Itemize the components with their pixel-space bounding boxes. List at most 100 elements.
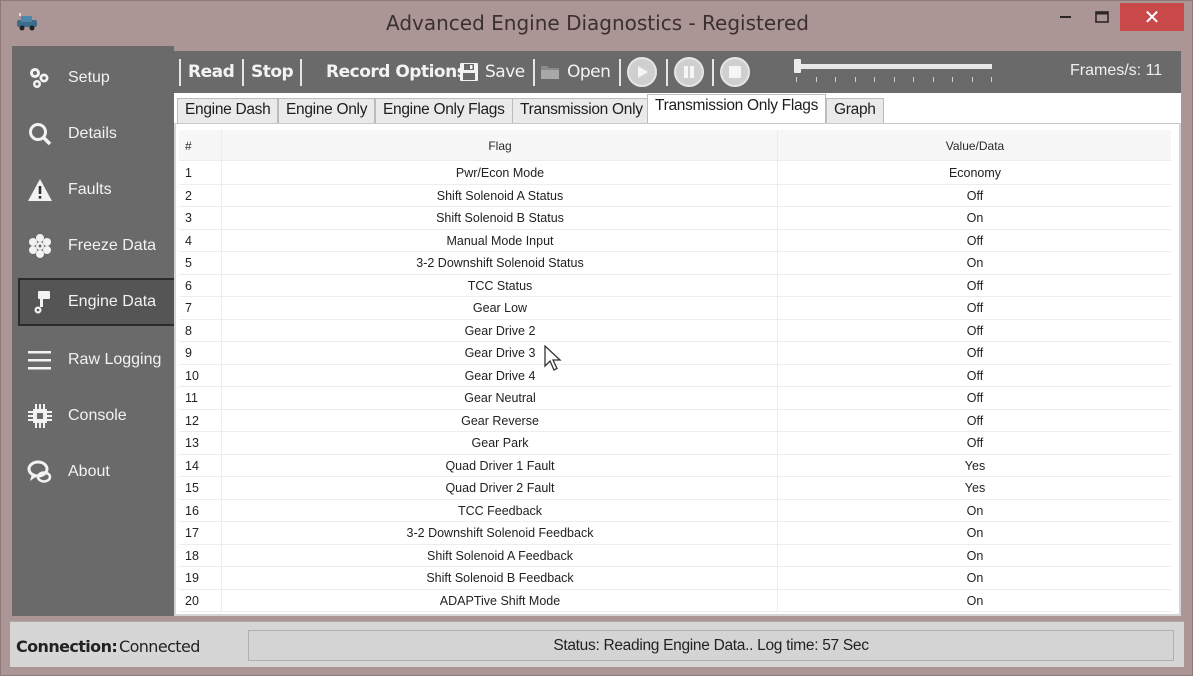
table-row[interactable]: 19 Shift Solenoid B Feedback On: [179, 567, 1171, 590]
save-button[interactable]: Save: [459, 60, 525, 84]
play-button[interactable]: [627, 57, 657, 87]
playback-slider[interactable]: [796, 64, 992, 69]
table-row[interactable]: 4 Manual Mode Input Off: [179, 230, 1171, 252]
flag-value: On: [966, 526, 984, 540]
column-header-flag[interactable]: Flag: [223, 139, 777, 153]
tab-transmission-only-flags[interactable]: Transmission Only Flags: [647, 94, 827, 123]
table-row[interactable]: 11 Gear Neutral Off: [179, 387, 1171, 410]
read-button[interactable]: Read: [188, 62, 235, 82]
table-row[interactable]: 10 Gear Drive 4 Off: [179, 365, 1171, 387]
row-number: 3: [185, 211, 192, 225]
flag-name: TCC Feedback: [457, 503, 543, 518]
table-row[interactable]: 1 Pwr/Econ Mode Economy: [179, 162, 1171, 185]
gears-icon: [26, 64, 54, 92]
tab-transmission-only[interactable]: Transmission Only: [512, 98, 651, 123]
sidebar-item-details[interactable]: Details: [12, 110, 174, 158]
tab-engine-only-flags[interactable]: Engine Only Flags: [375, 98, 513, 123]
chip-icon: [26, 402, 54, 430]
flag-name: Gear Low: [472, 301, 528, 315]
flag-name: 3-2 Downshift Solenoid Feedback: [406, 526, 594, 540]
pause-icon: [684, 66, 694, 78]
sidebar-item-raw-logging[interactable]: Raw Logging: [12, 336, 174, 384]
sidebar-item-console[interactable]: Console: [12, 392, 174, 440]
play-icon: [638, 66, 648, 78]
floppy-disk-icon: [459, 62, 479, 82]
stop-button[interactable]: Stop: [251, 62, 294, 82]
title-bar: Advanced Engine Diagnostics - Registered…: [1, 1, 1193, 45]
table-row[interactable]: 18 Shift Solenoid A Feedback On: [179, 545, 1171, 567]
maximize-button[interactable]: [1084, 3, 1120, 31]
flag-name: Gear Drive 2: [464, 323, 536, 338]
flag-value: Yes: [964, 458, 986, 473]
table-row[interactable]: 17 3-2 Downshift Solenoid Feedback On: [179, 522, 1171, 545]
table-row[interactable]: 16 TCC Feedback On: [179, 500, 1171, 522]
flag-name: ADAPTive Shift Mode: [439, 593, 561, 608]
column-header-value[interactable]: Value/Data: [779, 139, 1171, 153]
row-number: 7: [185, 301, 192, 315]
tab-engine-only[interactable]: Engine Only: [278, 98, 376, 123]
pause-button[interactable]: [674, 57, 704, 87]
table-row[interactable]: 14 Quad Driver 1 Fault Yes: [179, 455, 1171, 477]
flag-value: Off: [966, 391, 984, 405]
close-button[interactable]: ✕: [1120, 3, 1184, 31]
table-row[interactable]: 8 Gear Drive 2 Off: [179, 320, 1171, 342]
table-row[interactable]: 9 Gear Drive 3 Off: [179, 342, 1171, 365]
magnifier-icon: [26, 120, 54, 148]
status-bar: Connection: Connected Status: Reading En…: [10, 621, 1184, 667]
flag-name: Quad Driver 2 Fault: [445, 481, 555, 495]
flag-name: Shift Solenoid A Feedback: [427, 548, 573, 563]
minimize-button[interactable]: [1046, 3, 1086, 31]
table-row[interactable]: 7 Gear Low Off: [179, 297, 1171, 320]
flag-value: Off: [966, 323, 984, 338]
table-row[interactable]: 20 ADAPTive Shift Mode On: [179, 590, 1171, 612]
flag-name: Gear Drive 4: [464, 368, 536, 383]
row-number: 2: [185, 188, 192, 203]
row-number: 9: [185, 346, 192, 360]
column-header-number[interactable]: #: [185, 139, 192, 153]
sidebar-item-faults[interactable]: Faults: [12, 166, 174, 214]
sidebar-item-label: About: [68, 463, 110, 480]
flag-name: Gear Reverse: [461, 413, 539, 428]
table-row[interactable]: 2 Shift Solenoid A Status Off: [179, 185, 1171, 207]
piston-icon: [28, 288, 56, 316]
sidebar-item-engine-data[interactable]: Engine Data: [18, 278, 178, 326]
table-row[interactable]: 15 Quad Driver 2 Fault Yes: [179, 477, 1171, 500]
mouse-cursor-icon: [544, 345, 562, 371]
row-number: 20: [185, 593, 199, 608]
sidebar-item-label: Freeze Data: [68, 237, 157, 254]
flag-name: Pwr/Econ Mode: [455, 166, 545, 180]
flag-name: Manual Mode Input: [446, 233, 554, 248]
row-number: 13: [185, 436, 199, 450]
flag-value: Off: [966, 278, 984, 293]
row-number: 14: [185, 458, 199, 473]
tab-graph[interactable]: Graph: [826, 98, 884, 123]
flags-table: # Flag Value/Data 1 Pwr/Econ Mode Economy 2…: [174, 123, 1181, 616]
flag-value: On: [966, 503, 984, 518]
toolbar-separator: [533, 59, 535, 86]
table-row[interactable]: 13 Gear Park Off: [179, 432, 1171, 455]
table-row[interactable]: 3 Shift Solenoid B Status On: [179, 207, 1171, 230]
stop-playback-button[interactable]: [720, 57, 750, 87]
table-row[interactable]: 5 3-2 Downshift Solenoid Status On: [179, 252, 1171, 275]
sidebar-item-label: Details: [68, 125, 117, 142]
playback-slider-thumb[interactable]: [794, 59, 801, 73]
sidebar-item-freeze-data[interactable]: Freeze Data: [12, 222, 174, 270]
table-row[interactable]: 6 TCC Status Off: [179, 275, 1171, 297]
sidebar-item-about[interactable]: About: [12, 448, 174, 496]
flag-name: Shift Solenoid B Feedback: [426, 571, 574, 585]
flag-value: Economy: [948, 166, 1002, 180]
open-button[interactable]: Open: [540, 60, 611, 84]
connection-status: Connected: [119, 637, 200, 656]
open-label: Open: [567, 62, 611, 82]
sidebar-item-setup[interactable]: Setup: [12, 54, 174, 102]
lines-icon: [26, 346, 54, 374]
chat-bubbles-icon: [26, 458, 54, 486]
flag-value: Off: [966, 346, 984, 360]
row-number: 1: [185, 166, 192, 180]
row-number: 18: [185, 548, 199, 563]
table-row[interactable]: 12 Gear Reverse Off: [179, 410, 1171, 432]
flag-value: Off: [966, 233, 984, 248]
tab-engine-dash[interactable]: Engine Dash: [177, 98, 279, 123]
row-number: 17: [185, 526, 199, 540]
flag-value: On: [966, 211, 984, 225]
